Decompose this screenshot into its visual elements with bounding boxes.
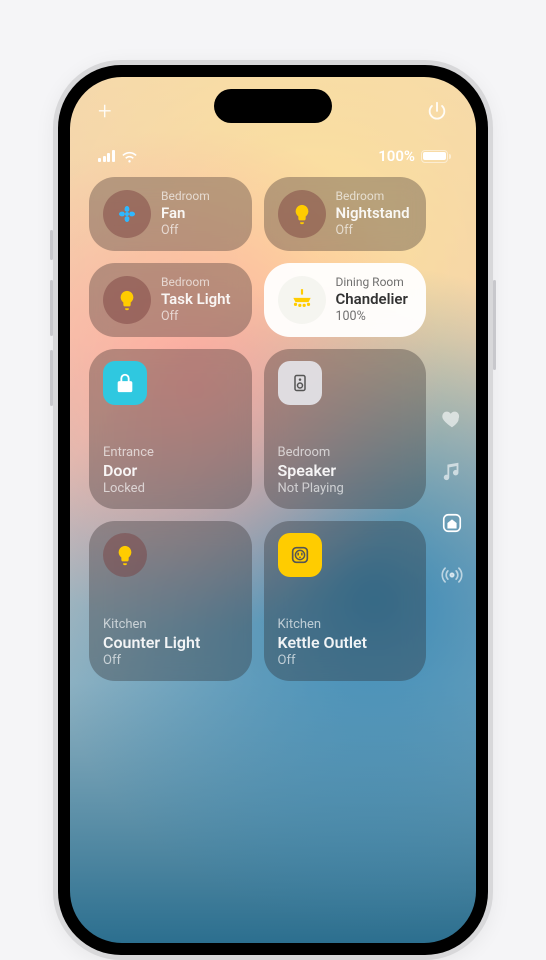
music-icon[interactable] bbox=[440, 459, 464, 483]
battery-percentage: 100% bbox=[378, 147, 415, 165]
tile-status-label: Off bbox=[161, 309, 231, 325]
tile-room-label: Bedroom bbox=[161, 275, 231, 290]
tile-entrance-door[interactable]: Entrance Door Locked bbox=[89, 349, 252, 509]
tile-status-label: Off bbox=[336, 223, 410, 239]
bulb-icon bbox=[103, 533, 147, 577]
lock-icon bbox=[103, 361, 147, 405]
side-rail bbox=[440, 407, 464, 587]
tile-status-label: Off bbox=[103, 653, 238, 669]
tile-name-label: Door bbox=[103, 461, 238, 481]
home-icon[interactable] bbox=[440, 511, 464, 535]
tile-bedroom-speaker[interactable]: Bedroom Speaker Not Playing bbox=[264, 349, 427, 509]
bulb-icon bbox=[103, 276, 151, 324]
add-control-button[interactable]: + bbox=[98, 99, 112, 123]
volume-down-button bbox=[50, 350, 53, 406]
phone-frame: + 100% bbox=[53, 60, 493, 960]
tile-name-label: Chandelier bbox=[336, 290, 408, 309]
tile-status-label: Off bbox=[161, 223, 210, 239]
screen: + 100% bbox=[70, 77, 476, 943]
side-button bbox=[50, 230, 53, 260]
tile-status-label: Not Playing bbox=[278, 481, 413, 497]
cellular-icon bbox=[98, 150, 115, 162]
status-bar: 100% bbox=[70, 147, 476, 165]
favorites-icon[interactable] bbox=[440, 407, 464, 431]
tile-name-label: Fan bbox=[161, 204, 210, 223]
fan-icon bbox=[103, 190, 151, 238]
tile-kitchen-counter-light[interactable]: Kitchen Counter Light Off bbox=[89, 521, 252, 681]
tile-status-label: 100% bbox=[336, 309, 408, 325]
tile-room-label: Entrance bbox=[103, 445, 238, 461]
airdrop-icon[interactable] bbox=[440, 563, 464, 587]
tile-room-label: Dining Room bbox=[336, 275, 408, 290]
tile-status-label: Locked bbox=[103, 481, 238, 497]
bulb-icon bbox=[278, 190, 326, 238]
tile-bedroom-fan[interactable]: Bedroom Fan Off bbox=[89, 177, 252, 251]
volume-up-button bbox=[50, 280, 53, 336]
power-icon[interactable] bbox=[426, 100, 448, 122]
tile-room-label: Kitchen bbox=[103, 617, 238, 633]
tile-dining-chandelier[interactable]: Dining Room Chandelier 100% bbox=[264, 263, 427, 337]
power-button bbox=[493, 280, 496, 370]
battery-icon bbox=[421, 150, 448, 163]
home-tiles-grid: Bedroom Fan Off Bedroom Nightstand Off bbox=[89, 177, 426, 681]
tile-bedroom-nightstand[interactable]: Bedroom Nightstand Off bbox=[264, 177, 427, 251]
phone-bezel: + 100% bbox=[58, 65, 488, 955]
tile-status-label: Off bbox=[278, 653, 413, 669]
dynamic-island bbox=[214, 89, 332, 123]
tile-room-label: Bedroom bbox=[278, 445, 413, 461]
tile-kitchen-kettle-outlet[interactable]: Kitchen Kettle Outlet Off bbox=[264, 521, 427, 681]
tile-room-label: Bedroom bbox=[336, 189, 410, 204]
tile-bedroom-task-light[interactable]: Bedroom Task Light Off bbox=[89, 263, 252, 337]
tile-name-label: Nightstand bbox=[336, 204, 410, 223]
outlet-icon bbox=[278, 533, 322, 577]
tile-name-label: Kettle Outlet bbox=[278, 633, 413, 653]
tile-room-label: Bedroom bbox=[161, 189, 210, 204]
tile-room-label: Kitchen bbox=[278, 617, 413, 633]
wifi-icon bbox=[121, 148, 138, 165]
speaker-icon bbox=[278, 361, 322, 405]
tile-name-label: Speaker bbox=[278, 461, 413, 481]
tile-name-label: Counter Light bbox=[103, 633, 238, 653]
chandelier-icon bbox=[278, 276, 326, 324]
tile-name-label: Task Light bbox=[161, 290, 231, 309]
